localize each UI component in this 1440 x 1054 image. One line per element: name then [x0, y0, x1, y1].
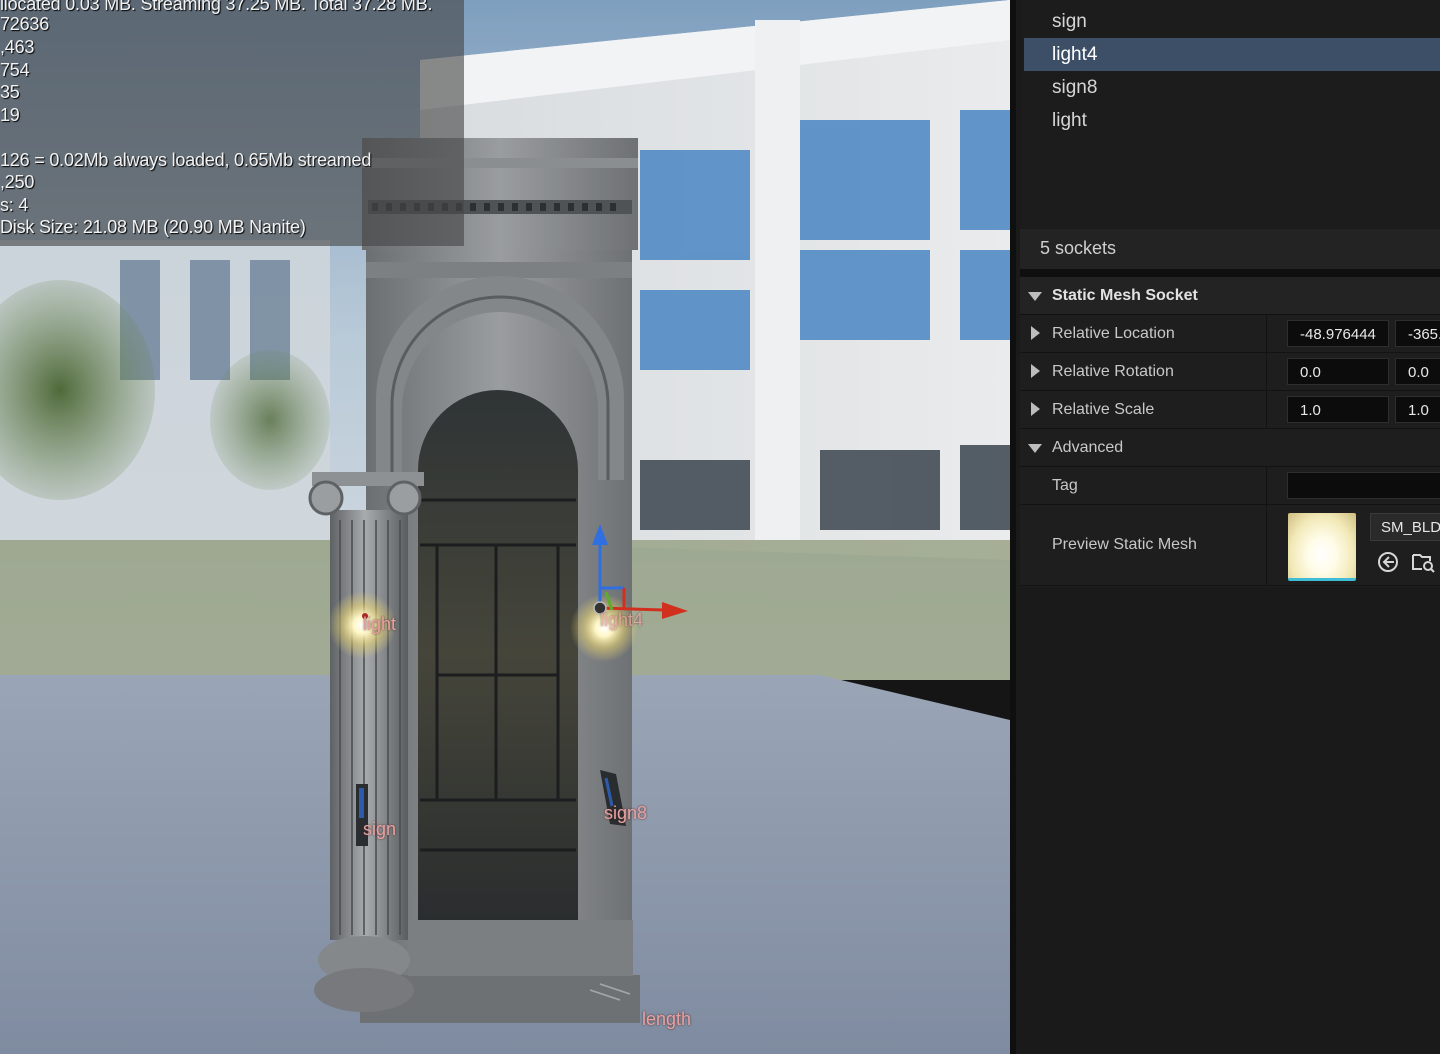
relative-scale-label: Relative Scale [1052, 401, 1155, 418]
section-title: Static Mesh Socket [1052, 287, 1198, 304]
stat-line: 754 [0, 60, 30, 80]
stat-line: s: 4 [0, 195, 29, 215]
details-empty-area [1020, 587, 1440, 1054]
stat-line: ,250 [0, 172, 35, 192]
preview-static-mesh-row: Preview Static Mesh SM_BLDG [1020, 505, 1440, 586]
relative-location-x-field[interactable]: -48.976444 [1287, 320, 1389, 347]
expand-arrow-icon[interactable] [1031, 402, 1040, 416]
viewport-socket-label-sign[interactable]: sign [363, 819, 396, 840]
viewport-socket-label-light[interactable]: light [363, 614, 396, 635]
socket-list-item[interactable]: sign [1024, 5, 1440, 38]
relative-scale-row: Relative Scale 1.0 1.0 [1020, 391, 1440, 429]
relative-scale-x-field[interactable]: 1.0 [1287, 396, 1389, 423]
level-viewport[interactable]: llocated 0.03 MB. Streaming 37.25 MB. To… [0, 0, 1010, 1054]
preview-mesh-combo[interactable]: SM_BLDG [1370, 513, 1440, 541]
socket-list-item-selected[interactable]: light4 [1024, 38, 1440, 71]
viewport-socket-label-sign8[interactable]: sign8 [604, 803, 647, 824]
relative-rotation-row: Relative Rotation 0.0 0.0 [1020, 353, 1440, 391]
socket-list[interactable]: sign light4 sign8 light [1022, 0, 1440, 228]
stat-line: 126 = 0.02Mb always loaded, 0.65Mb strea… [0, 150, 372, 170]
arrow-left-circle-icon[interactable] [1375, 549, 1401, 575]
tag-row: Tag [1020, 467, 1440, 505]
stat-line: ,463 [0, 37, 35, 57]
stat-line: Disk Size: 21.08 MB (20.90 MB Nanite) [0, 217, 306, 237]
relative-location-row: Relative Location -48.976444 -365.0 [1020, 315, 1440, 353]
relative-location-y-field[interactable]: -365.0 [1395, 320, 1440, 347]
relative-location-label: Relative Location [1052, 325, 1175, 342]
viewport-socket-label-light4[interactable]: light4 [600, 610, 643, 631]
expand-arrow-icon[interactable] [1031, 326, 1040, 340]
expand-arrow-icon[interactable] [1031, 364, 1040, 378]
viewport-socket-label-length[interactable]: length [642, 1009, 691, 1030]
advanced-section[interactable]: Advanced [1020, 429, 1440, 467]
relative-scale-y-field[interactable]: 1.0 [1395, 396, 1440, 423]
collapse-arrow-icon[interactable] [1028, 444, 1042, 453]
tag-label: Tag [1052, 477, 1078, 494]
relative-rotation-label: Relative Rotation [1052, 363, 1174, 380]
stats-overlay: llocated 0.03 MB. Streaming 37.25 MB. To… [0, 0, 464, 246]
details-panel: Static Mesh Socket Relative Location -48… [1020, 277, 1440, 587]
preview-static-mesh-label: Preview Static Mesh [1052, 536, 1197, 553]
relative-rotation-x-field[interactable]: 0.0 [1287, 358, 1389, 385]
static-mesh-socket-section[interactable]: Static Mesh Socket [1020, 277, 1440, 315]
socket-list-item[interactable]: sign8 [1024, 71, 1440, 104]
stat-line: 19 [0, 105, 20, 125]
stat-line: llocated 0.03 MB. Streaming 37.25 MB. To… [0, 0, 433, 14]
socket-count: 5 sockets [1020, 229, 1440, 269]
stat-line: 72636 [0, 14, 50, 34]
stat-line: 35 [0, 82, 20, 102]
advanced-label: Advanced [1052, 439, 1124, 456]
socket-manager-panel: sign light4 sign8 light 5 sockets Static… [1010, 0, 1440, 1054]
relative-rotation-y-field[interactable]: 0.0 [1395, 358, 1440, 385]
folder-search-icon[interactable] [1410, 549, 1436, 575]
socket-list-item[interactable]: light [1024, 104, 1440, 137]
panel-separator [1020, 269, 1440, 277]
mesh-thumbnail[interactable] [1288, 513, 1356, 581]
tag-input[interactable] [1287, 472, 1440, 499]
collapse-arrow-icon[interactable] [1028, 292, 1042, 301]
